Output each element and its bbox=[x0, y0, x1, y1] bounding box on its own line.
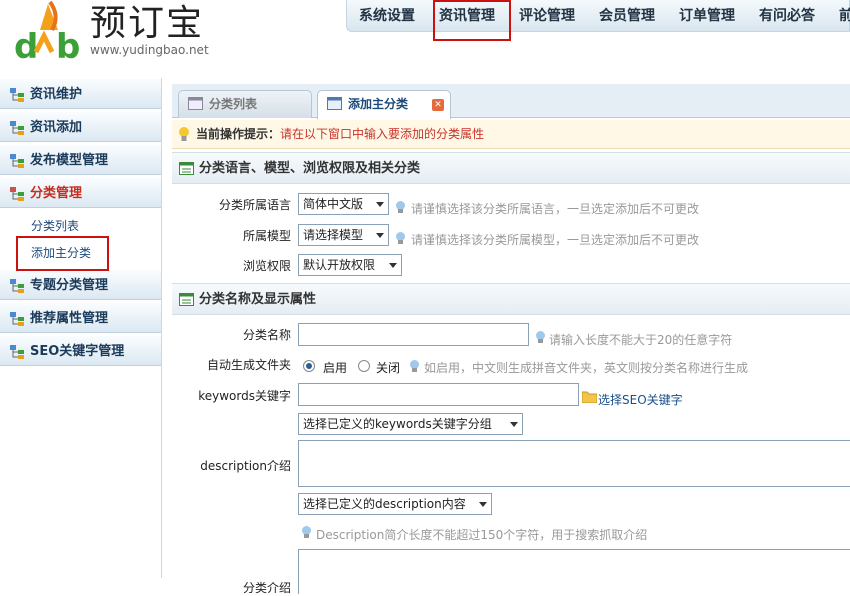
nav-comment-management[interactable]: 评论管理 bbox=[519, 0, 575, 32]
brand-name: 预订宝 bbox=[90, 3, 205, 44]
dropdown-arrow-icon bbox=[479, 502, 487, 507]
nav-order-management[interactable]: 订单管理 bbox=[679, 0, 735, 32]
model-select-value: 请选择模型 bbox=[303, 228, 364, 242]
intro-label: 分类介绍 bbox=[242, 581, 291, 595]
sidebar-item-label: 资讯维护 bbox=[30, 87, 83, 102]
description-select-value: 选择已定义的description内容 bbox=[303, 497, 466, 511]
sidebar-item-label: 发布模型管理 bbox=[30, 153, 109, 168]
tree-icon bbox=[10, 154, 24, 168]
section-header-name-display: 分类名称及显示属性 bbox=[172, 283, 850, 315]
folder-enable-radio[interactable] bbox=[303, 360, 315, 372]
language-hint: 请谨慎选择该分类所属语言，一旦选定添加后不可更改 bbox=[411, 202, 700, 216]
sidebar: 资讯维护 资讯添加 发布模型管理 分类管理 分类列表 添加主分类 专题分类管理 … bbox=[0, 78, 162, 578]
keywords-input[interactable] bbox=[298, 383, 579, 406]
description-select[interactable]: 选择已定义的description内容 bbox=[298, 493, 492, 515]
section-title: 分类语言、模型、浏览权限及相关分类 bbox=[199, 161, 421, 176]
sidebar-highlight-box bbox=[16, 236, 109, 271]
description-hint: Description简介长度不能超过150个字符，用于搜索抓取介绍 bbox=[316, 528, 648, 542]
category-name-input[interactable] bbox=[298, 323, 529, 346]
dropdown-arrow-icon bbox=[376, 202, 384, 207]
nav-more[interactable]: 前 bbox=[839, 0, 850, 32]
permission-select[interactable]: 默认开放权限 bbox=[298, 254, 402, 276]
keywords-group-select[interactable]: 选择已定义的keywords关键字分组 bbox=[298, 413, 523, 435]
language-select-value: 简体中文版 bbox=[303, 197, 364, 211]
tree-icon bbox=[10, 88, 24, 102]
select-seo-keyword-link[interactable]: 选择SEO关键字 bbox=[598, 391, 683, 408]
tree-icon bbox=[10, 187, 24, 201]
permission-label: 浏览权限 bbox=[242, 259, 291, 273]
intro-textarea[interactable] bbox=[298, 549, 850, 594]
model-hint: 请谨慎选择该分类所属模型，一旦选定添加后不可更改 bbox=[411, 233, 700, 247]
sidebar-item-label: 推荐属性管理 bbox=[30, 311, 109, 326]
tab-label: 分类列表 bbox=[209, 97, 258, 111]
svg-text:b: b bbox=[56, 27, 80, 64]
description-textarea[interactable] bbox=[298, 440, 850, 487]
sidebar-item-recommend-attr[interactable]: 推荐属性管理 bbox=[0, 302, 161, 333]
sidebar-item-label: 资讯添加 bbox=[30, 120, 83, 135]
section-title: 分类名称及显示属性 bbox=[199, 292, 317, 307]
model-select[interactable]: 请选择模型 bbox=[298, 224, 389, 246]
form-icon bbox=[179, 293, 194, 306]
language-label: 分类所属语言 bbox=[218, 198, 291, 212]
sidebar-item-label: SEO关键字管理 bbox=[30, 344, 125, 359]
folder-disable-radio[interactable] bbox=[358, 360, 370, 372]
sidebar-item-label: 分类管理 bbox=[30, 186, 83, 201]
close-icon[interactable]: ✕ bbox=[432, 99, 444, 111]
folder-enable-label: 启用 bbox=[323, 361, 348, 375]
language-select[interactable]: 简体中文版 bbox=[298, 193, 389, 215]
tree-icon bbox=[10, 279, 24, 293]
keywords-label: keywords关键字 bbox=[198, 389, 291, 403]
dropdown-arrow-icon bbox=[376, 233, 384, 238]
nav-member-management[interactable]: 会员管理 bbox=[599, 0, 655, 32]
dropdown-arrow-icon bbox=[510, 422, 518, 427]
tree-icon bbox=[10, 345, 24, 359]
lightbulb-icon bbox=[179, 127, 189, 141]
lightbulb-icon bbox=[396, 201, 405, 213]
folder-disable-label: 关闭 bbox=[376, 361, 401, 375]
model-label: 所属模型 bbox=[242, 229, 291, 243]
tab-label: 添加主分类 bbox=[348, 97, 409, 111]
category-name-label: 分类名称 bbox=[242, 328, 291, 342]
logo-icon: d b bbox=[14, 0, 80, 64]
lightbulb-icon bbox=[396, 232, 405, 244]
svg-text:d: d bbox=[14, 27, 38, 64]
tree-icon bbox=[10, 121, 24, 135]
sidebar-item-seo-keywords[interactable]: SEO关键字管理 bbox=[0, 335, 161, 366]
sidebar-subitem-category-list[interactable]: 分类列表 bbox=[31, 217, 79, 234]
tip-text: 请在以下窗口中输入要添加的分类属性 bbox=[280, 127, 485, 141]
category-name-hint: 请输入长度不能大于20的任意字符 bbox=[549, 333, 733, 347]
operation-tip: 当前操作提示：请在以下窗口中输入要添加的分类属性 bbox=[172, 120, 850, 149]
header: d b 预订宝 www.yudingbao.net 系统设置 资讯管理 评论管理… bbox=[0, 0, 850, 74]
sidebar-item-news-add[interactable]: 资讯添加 bbox=[0, 111, 161, 142]
tree-icon bbox=[10, 312, 24, 326]
lightbulb-icon bbox=[302, 526, 311, 538]
tip-label: 当前操作提示： bbox=[196, 127, 281, 141]
dropdown-arrow-icon bbox=[389, 263, 397, 268]
auto-folder-hint: 如启用，中文则生成拼音文件夹，英文则按分类名称进行生成 bbox=[424, 361, 749, 375]
nav-qa[interactable]: 有问必答 bbox=[759, 0, 815, 32]
auto-folder-label: 自动生成文件夹 bbox=[206, 358, 291, 372]
lightbulb-icon bbox=[536, 331, 545, 343]
section-header-language-model: 分类语言、模型、浏览权限及相关分类 bbox=[172, 152, 850, 184]
nav-highlight-box bbox=[433, 0, 511, 41]
keywords-group-value: 选择已定义的keywords关键字分组 bbox=[303, 417, 492, 431]
sidebar-item-category-management[interactable]: 分类管理 bbox=[0, 177, 161, 208]
sidebar-item-news-maintenance[interactable]: 资讯维护 bbox=[0, 78, 161, 109]
window-icon bbox=[327, 97, 342, 110]
description-label: description介绍 bbox=[200, 459, 291, 473]
brand-domain: www.yudingbao.net bbox=[90, 43, 209, 57]
window-icon bbox=[188, 97, 203, 110]
sidebar-item-label: 专题分类管理 bbox=[30, 278, 109, 293]
tab-category-list[interactable]: 分类列表 bbox=[178, 90, 312, 118]
lightbulb-icon bbox=[410, 360, 419, 372]
tab-add-main-category[interactable]: 添加主分类 ✕ bbox=[317, 90, 451, 119]
permission-select-value: 默认开放权限 bbox=[303, 258, 376, 272]
form-icon bbox=[179, 162, 194, 175]
sidebar-item-model-management[interactable]: 发布模型管理 bbox=[0, 144, 161, 175]
folder-icon bbox=[582, 391, 597, 403]
sidebar-item-topic-category[interactable]: 专题分类管理 bbox=[0, 269, 161, 300]
nav-system-settings[interactable]: 系统设置 bbox=[359, 0, 415, 32]
